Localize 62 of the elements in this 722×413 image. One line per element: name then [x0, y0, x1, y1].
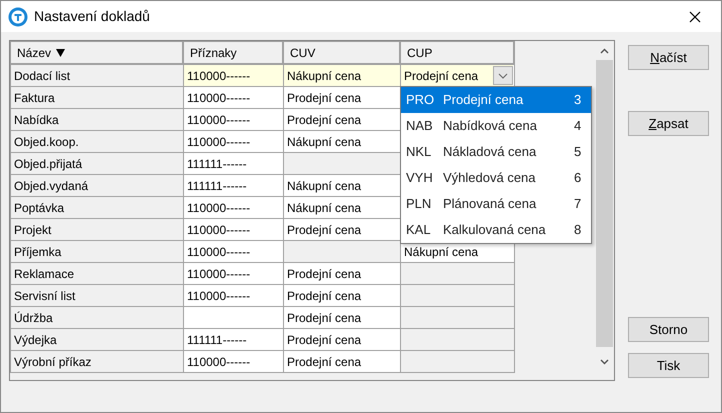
table-cell: Poptávka [11, 197, 184, 219]
table-cell: Nabídka [11, 109, 184, 131]
table-cell: Nákupní cena [284, 65, 401, 87]
table-cell: Údržba [11, 307, 184, 329]
table-cell: Nákupní cena [284, 131, 401, 153]
table-cell: Dodací list [11, 65, 184, 87]
table-cell: 111111------ [184, 175, 284, 197]
table-cell: Prodejní cena [284, 307, 401, 329]
scrollbar-thumb[interactable] [596, 60, 612, 347]
dropdown-option[interactable]: PLN Plánovaná cena 7 [401, 191, 591, 217]
table-cell: Reklamace [11, 263, 184, 285]
combo-box[interactable]: Prodejní cena [401, 65, 513, 86]
dropdown-caret-icon[interactable] [493, 66, 513, 85]
table-cell: Prodejní cena [284, 263, 401, 285]
table-cell: 110000------ [184, 197, 284, 219]
dropdown-option[interactable]: KAL Kalkulovaná cena 8 [401, 217, 591, 243]
button[interactable]: Načíst [628, 45, 709, 70]
button[interactable]: Zapsat [628, 111, 709, 136]
table-cell: 110000------ [184, 351, 284, 373]
table-cell: 110000------ [184, 131, 284, 153]
table-cell: Faktura [11, 87, 184, 109]
close-icon[interactable] [689, 10, 701, 22]
dropdown-option[interactable]: PRO Prodejní cena 3 [401, 87, 591, 113]
app-logo-icon [8, 6, 28, 26]
table-cell: Prodejní cena [284, 351, 401, 373]
window-title: Nastavení dokladů [34, 7, 150, 26]
table-cell: Příjemka [11, 241, 184, 263]
column-header[interactable]: Příznaky [184, 42, 284, 65]
scroll-down-icon[interactable] [600, 359, 608, 365]
table-cell: 110000------ [184, 87, 284, 109]
sort-descending-icon [56, 48, 66, 56]
table-cell: 110000------ [184, 65, 284, 87]
column-header[interactable]: CUV [284, 42, 401, 65]
table-cell: Objed.přijatá [11, 153, 184, 175]
table-cell: Prodejní cena [284, 329, 401, 351]
scroll-up-icon[interactable] [600, 48, 608, 54]
table-cell: Výrobní příkaz [11, 351, 184, 373]
dropdown-option[interactable]: VYH Výhledová cena 6 [401, 165, 591, 191]
table-cell: Projekt [11, 219, 184, 241]
table-cell: 110000------ [184, 263, 284, 285]
dropdown-option[interactable]: NAB Nabídková cena 4 [401, 113, 591, 139]
table-cell: 110000------ [184, 241, 284, 263]
table-cell: Výdejka [11, 329, 184, 351]
table-cell: Servisní list [11, 285, 184, 307]
table-cell: 110000------ [184, 285, 284, 307]
table-cell: Nákupní cena [284, 175, 401, 197]
table-cell: Prodejní cena [284, 219, 401, 241]
table-cell: Objed.vydaná [11, 175, 184, 197]
table-cell: 110000------ [184, 219, 284, 241]
column-header[interactable]: Název [11, 42, 184, 65]
table-cell: Nákupní cena [284, 197, 401, 219]
table-cell: Prodejní cena [284, 109, 401, 131]
table-cell: 111111------ [184, 329, 284, 351]
table-cell: Prodejní cena [284, 285, 401, 307]
table-cell: Prodejní cena [284, 87, 401, 109]
table-cell: 110000------ [184, 109, 284, 131]
column-header[interactable]: CUP [401, 42, 515, 65]
table-cell: 111111------ [184, 153, 284, 175]
table-cell: Objed.koop. [11, 131, 184, 153]
button[interactable]: Tisk [628, 353, 709, 378]
dropdown-option[interactable]: NKL Nákladová cena 5 [401, 139, 591, 165]
button[interactable]: Storno [628, 317, 709, 342]
